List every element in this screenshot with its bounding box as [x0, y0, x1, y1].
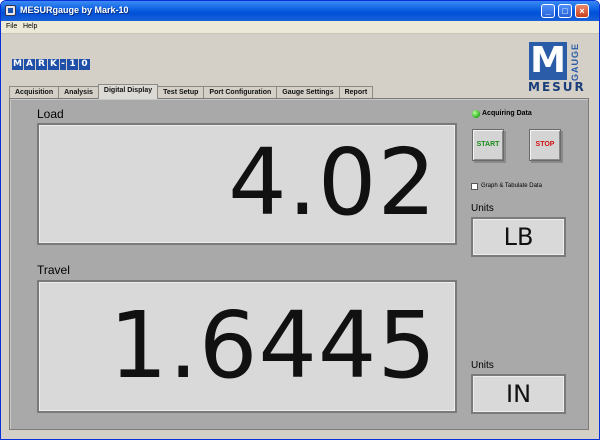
travel-label: Travel — [37, 263, 70, 277]
mesurgauge-logo: M GAUGE MESUR — [528, 40, 586, 95]
acquiring-status: Acquiring Data — [482, 110, 532, 117]
minimize-button[interactable]: _ — [541, 4, 555, 18]
title-bar: MESURgauge by Mark-10 _ □ × — [1, 1, 599, 21]
travel-display: 1.6445 — [37, 280, 457, 413]
digital-display-panel: Load 4.02 Travel 1.6445 Acquiring Data S… — [9, 98, 589, 430]
graph-tabulate-label: Graph & Tabulate Data — [481, 183, 542, 189]
load-value: 4.02 — [228, 129, 437, 236]
load-label: Load — [37, 107, 64, 121]
travel-units-display: IN — [471, 374, 566, 414]
load-units-display: LB — [471, 217, 566, 257]
start-button[interactable]: START — [472, 129, 504, 161]
graph-tabulate-checkbox[interactable] — [471, 183, 478, 190]
stop-button[interactable]: STOP — [529, 129, 561, 161]
menu-file[interactable]: File — [6, 23, 17, 30]
app-window: MESURgauge by Mark-10 _ □ × File Help M … — [0, 0, 600, 440]
maximize-button[interactable]: □ — [558, 4, 572, 18]
app-icon — [5, 5, 16, 16]
acquiring-led-icon — [472, 110, 480, 118]
menu-bar: File Help — [1, 21, 599, 34]
travel-units-label: Units — [471, 360, 494, 371]
menu-help[interactable]: Help — [23, 23, 37, 30]
travel-value: 1.6445 — [109, 292, 437, 399]
tab-strip: Acquisition Analysis Digital Display Tes… — [9, 84, 374, 99]
load-units-label: Units — [471, 203, 494, 214]
close-button[interactable]: × — [575, 4, 589, 18]
mark10-logo: M A R K - 1 0 — [12, 59, 90, 70]
window-title: MESURgauge by Mark-10 — [20, 5, 129, 15]
load-display: 4.02 — [37, 123, 457, 245]
tab-digital-display[interactable]: Digital Display — [97, 84, 159, 99]
